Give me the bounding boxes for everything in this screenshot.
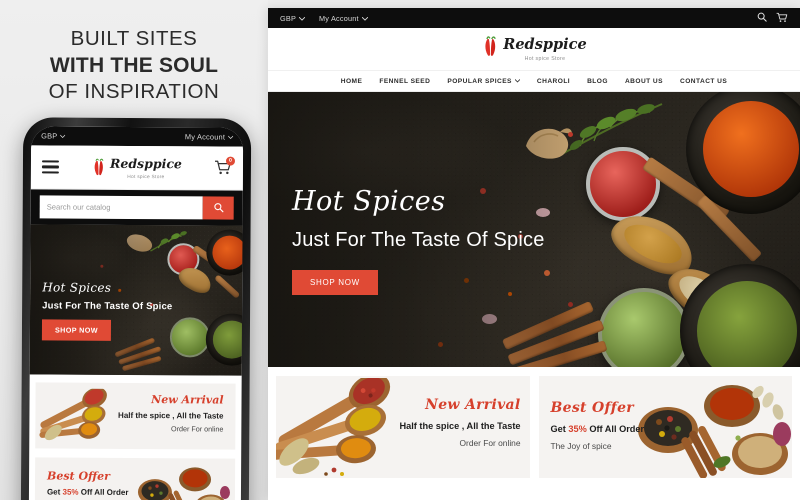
banner-best-offer[interactable]: Best Offer Get 35% Off All Order The Joy… <box>538 376 792 478</box>
mobile-topbar: GBP My Account <box>31 126 244 147</box>
hero-banner: Hot Spices Just For The Taste Of Spice S… <box>268 92 800 367</box>
nav-item-home[interactable]: HOME <box>341 78 363 85</box>
banner-line-2: Order For online <box>459 438 521 448</box>
mobile-search-input[interactable]: Search our catalog <box>39 195 203 220</box>
chevron-down-icon <box>514 78 521 85</box>
spice-bowls-image <box>632 378 792 478</box>
mobile-brand-name: Redsppice <box>109 155 182 172</box>
chevron-down-icon <box>361 14 369 23</box>
mobile-banner-new-arrival-text: New Arrival Half the spice , All the Tas… <box>35 382 235 443</box>
hamburger-menu-icon[interactable] <box>41 160 59 174</box>
banner-discount: 35% <box>568 424 587 434</box>
nav-item-charoli[interactable]: CHAROLI <box>537 78 570 85</box>
cardamom-bowl-image <box>169 317 211 358</box>
mobile-banner-line-1: Half the spice , All the Taste <box>118 410 224 421</box>
mobile-banner-title: Best Offer <box>47 469 110 483</box>
mobile-hero-copy: Hot Spices Just For The Taste Of Spice S… <box>41 280 173 341</box>
promo-line-2: WITH THE SOUL <box>49 53 219 77</box>
mobile-hero-title: Hot Spices <box>42 280 112 295</box>
mobile-search-button[interactable] <box>202 196 234 220</box>
hero-shop-now-button[interactable]: SHOP NOW <box>292 270 378 295</box>
currency-selector[interactable]: GBP <box>280 13 306 23</box>
nav-item-about-us[interactable]: ABOUT US <box>625 78 663 85</box>
promo-heading: BUILT SITES WITH THE SOUL OF INSPIRATION <box>0 0 268 106</box>
chevron-down-icon <box>298 14 306 23</box>
banner-line-1: Half the spice , All the Taste <box>399 421 521 431</box>
banner-new-arrival[interactable]: New Arrival Half the spice , All the Tas… <box>276 376 530 478</box>
brand-name: Redsppice <box>503 36 587 53</box>
main-navigation: HOME FENNEL SEED POPULAR SPICES CHAROLI … <box>268 70 800 92</box>
chili-pepper-icon <box>91 158 107 177</box>
hero-subtitle: Just For The Taste Of Spice <box>292 229 545 251</box>
account-menu[interactable]: My Account <box>319 13 369 23</box>
hero-copy: Hot Spices Just For The Taste Of Spice S… <box>292 188 545 295</box>
topbar-icons <box>757 12 788 25</box>
site-topbar: GBP My Account <box>268 8 800 28</box>
promo-banners-row: New Arrival Half the spice , All the Tas… <box>268 367 800 487</box>
promo-line-3: OF INSPIRATION <box>48 79 220 103</box>
cart-icon[interactable] <box>776 12 788 25</box>
search-icon[interactable] <box>757 12 767 24</box>
nav-item-fennel-seed[interactable]: FENNEL SEED <box>379 78 430 85</box>
mobile-banner-discount: 35% <box>62 487 79 497</box>
mobile-banner-best-offer[interactable]: Best Offer Get 35% Off All Order The Joy… <box>34 457 236 500</box>
mobile-brand-tagline: Hot spice Store <box>127 174 165 181</box>
search-icon <box>213 199 223 217</box>
mobile-banner-best-offer-text: Best Offer Get 35% Off All Order The Joy… <box>35 457 235 500</box>
mobile-cart-badge: 0 <box>225 156 236 166</box>
brand-tagline: Hot spice Store <box>524 56 566 62</box>
mobile-banner-new-arrival[interactable]: New Arrival Half the spice , All the Tas… <box>35 382 236 450</box>
mobile-banner-line-1: Get 35% Off All Order <box>46 487 129 497</box>
banner-title: New Arrival <box>425 397 521 413</box>
mobile-cart-button[interactable]: 0 <box>214 156 236 177</box>
banner-line-1: Get 35% Off All Order <box>550 424 645 434</box>
nav-item-contact-us[interactable]: CONTACT US <box>680 78 727 85</box>
banner-new-arrival-text: New Arrival Half the spice , All the Tas… <box>400 397 521 448</box>
mobile-account-menu[interactable]: My Account <box>184 132 234 142</box>
site-header: Redsppice Hot spice Store <box>268 28 800 70</box>
promo-panel: BUILT SITES WITH THE SOUL OF INSPIRATION… <box>0 0 268 500</box>
mobile-account-label: My Account <box>184 132 226 142</box>
site-logo[interactable]: Redsppice Hot spice Store <box>481 35 587 63</box>
mobile-logo[interactable]: Redsppice Hot spice Store <box>91 155 182 181</box>
phone-mockup: GBP My Account Redsppice Hot spice Store… <box>20 117 252 500</box>
hero-title: Hot Spices <box>292 186 446 217</box>
mobile-banner-line-2: Order For online <box>170 424 224 434</box>
mobile-search-bar: Search our catalog <box>30 189 243 226</box>
currency-label: GBP <box>280 13 297 23</box>
promo-line-1: BUILT SITES <box>70 27 198 50</box>
mobile-header: Redsppice Hot spice Store 0 <box>30 145 244 191</box>
banner-line-2: The Joy of spice <box>550 441 612 451</box>
mobile-currency-selector[interactable]: GBP <box>41 131 66 141</box>
mobile-hero-banner: Hot Spices Just For The Taste Of Spice S… <box>29 224 243 376</box>
chevron-down-icon <box>227 133 234 142</box>
banner-title: Best Offer <box>550 400 634 416</box>
mobile-currency-label: GBP <box>41 131 58 141</box>
account-label: My Account <box>319 13 359 23</box>
mobile-hero-subtitle: Just For The Taste Of Spice <box>42 300 173 313</box>
banner-best-offer-text: Best Offer Get 35% Off All Order The Joy… <box>551 400 645 451</box>
website-preview: GBP My Account Redsppice Hot spice Store… <box>268 8 800 500</box>
mobile-hero-shop-now-button[interactable]: SHOP NOW <box>41 319 112 341</box>
nav-item-blog[interactable]: BLOG <box>587 78 608 85</box>
chevron-down-icon <box>60 132 66 141</box>
phone-screen: GBP My Account Redsppice Hot spice Store… <box>28 126 244 500</box>
nav-item-popular-spices[interactable]: POPULAR SPICES <box>447 78 521 85</box>
mobile-banner-title: New Arrival <box>151 393 224 407</box>
chili-pepper-icon <box>481 35 500 63</box>
